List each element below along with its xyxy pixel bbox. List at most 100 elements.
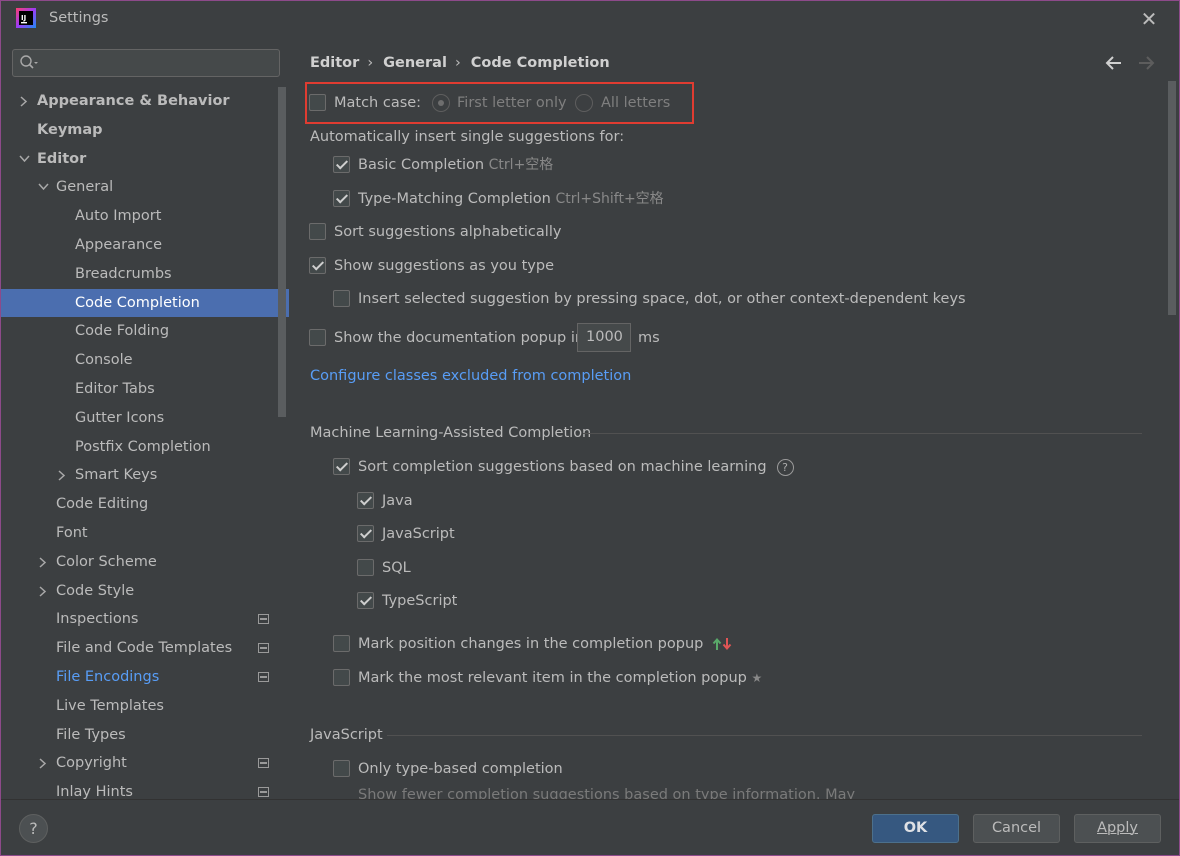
sidebar-item-appearance-behavior[interactable]: Appearance & Behavior: [1, 87, 289, 115]
chevron-down-icon[interactable]: [17, 145, 31, 173]
sidebar-item-label: Color Scheme: [56, 553, 157, 570]
only-type-based-checkbox[interactable]: [333, 760, 350, 777]
java-checkbox[interactable]: [357, 492, 374, 509]
settings-tree: Appearance & Behavior Keymap Editor General…: [1, 87, 289, 799]
ml-sort-checkbox[interactable]: [333, 458, 350, 475]
settings-window: IJ Settings ✕ Appearance & Behavior Keyma…: [0, 0, 1180, 856]
insert-selected-checkbox[interactable]: [333, 290, 350, 307]
sql-label: SQL: [382, 560, 411, 576]
basic-completion-shortcut: Ctrl+空格: [488, 157, 554, 173]
sidebar-item-live-templates[interactable]: Live Templates: [1, 692, 289, 720]
sidebar-item-font[interactable]: Font: [1, 519, 289, 547]
sql-checkbox[interactable]: [357, 559, 374, 576]
javascript-label: JavaScript: [382, 526, 455, 542]
mark-position-checkbox[interactable]: [333, 635, 350, 652]
breadcrumb-separator: ›: [454, 55, 461, 71]
js-section-title: JavaScript: [310, 727, 383, 743]
show-as-type-checkbox[interactable]: [309, 257, 326, 274]
window-title: Settings: [49, 10, 109, 26]
cancel-button[interactable]: Cancel: [973, 814, 1060, 843]
typescript-label: TypeScript: [382, 593, 458, 609]
sidebar-scrollbar[interactable]: [278, 87, 286, 417]
sidebar-item-smart-keys[interactable]: Smart Keys: [1, 461, 289, 489]
sidebar-item-file-encodings[interactable]: File Encodings: [1, 663, 289, 691]
intellij-app-icon: IJ: [16, 8, 36, 28]
sidebar-item-console[interactable]: Console: [1, 346, 289, 374]
sidebar-item-editor-tabs[interactable]: Editor Tabs: [1, 375, 289, 403]
ml-sort-label: Sort completion suggestions based on mac…: [358, 455, 794, 479]
chevron-right-icon[interactable]: [36, 577, 50, 605]
ml-section-title: Machine Learning-Assisted Completion: [310, 425, 592, 441]
chevron-right-icon[interactable]: [36, 548, 50, 576]
basic-completion-label: Basic Completion Ctrl+空格: [358, 157, 554, 173]
sidebar-item-file-and-code-templates[interactable]: File and Code Templates: [1, 634, 289, 662]
close-icon[interactable]: ✕: [1137, 7, 1161, 31]
match-case-checkbox[interactable]: [309, 94, 326, 111]
sidebar-item-code-style[interactable]: Code Style: [1, 577, 289, 605]
breadcrumb-separator: ›: [367, 55, 374, 71]
sidebar-item-label: Editor: [37, 150, 87, 167]
sidebar-item-label: Console: [75, 352, 133, 369]
sidebar-item-label: Font: [56, 525, 88, 541]
chevron-right-icon[interactable]: [17, 87, 31, 115]
help-button[interactable]: ?: [19, 814, 48, 843]
sidebar-item-inspections[interactable]: Inspections: [1, 605, 289, 633]
typescript-checkbox[interactable]: [357, 592, 374, 609]
search-icon: [20, 55, 38, 69]
breadcrumb-general[interactable]: General: [383, 55, 447, 71]
sidebar-item-file-types[interactable]: File Types: [1, 721, 289, 749]
sidebar-item-general[interactable]: General: [1, 173, 289, 201]
up-down-arrows-icon: [712, 637, 732, 651]
sidebar-item-code-editing[interactable]: Code Editing: [1, 490, 289, 518]
sidebar-item-label: Code Editing: [56, 496, 149, 513]
sort-alpha-checkbox[interactable]: [309, 223, 326, 240]
settings-search-input[interactable]: [12, 49, 280, 77]
sidebar-item-gutter-icons[interactable]: Gutter Icons: [1, 404, 289, 432]
help-icon[interactable]: ?: [776, 458, 794, 476]
configure-excluded-link[interactable]: Configure classes excluded from completi…: [310, 364, 631, 388]
svg-text:IJ: IJ: [21, 14, 26, 22]
ml-section-divider: [583, 433, 1142, 434]
sidebar-item-appearance[interactable]: Appearance: [1, 231, 289, 259]
first-letter-radio[interactable]: [432, 94, 450, 112]
ok-button[interactable]: OK: [872, 814, 959, 843]
sidebar-item-label: Copyright: [56, 755, 127, 772]
project-scope-icon: [258, 643, 269, 654]
breadcrumb-editor[interactable]: Editor: [310, 55, 359, 71]
sidebar-item-label: Postfix Completion: [75, 438, 211, 455]
all-letters-radio[interactable]: [575, 94, 593, 112]
basic-completion-checkbox[interactable]: [333, 156, 350, 173]
show-as-type-label: Show suggestions as you type: [334, 258, 554, 274]
mark-relevant-checkbox[interactable]: [333, 669, 350, 686]
sidebar-item-label: Auto Import: [75, 208, 162, 225]
sidebar-item-code-completion[interactable]: Code Completion: [1, 288, 289, 317]
settings-sidebar: Appearance & Behavior Keymap Editor General…: [1, 37, 289, 799]
auto-insert-label: Automatically insert single suggestions …: [310, 129, 625, 145]
chevron-down-icon[interactable]: [36, 173, 50, 201]
sidebar-item-label: Smart Keys: [75, 467, 158, 484]
sidebar-item-editor[interactable]: Editor: [1, 145, 289, 173]
sidebar-item-color-scheme[interactable]: Color Scheme: [1, 548, 289, 576]
type-matching-label: Type-Matching Completion Ctrl+Shift+空格: [358, 191, 664, 207]
doc-popup-delay-input[interactable]: 1000: [577, 323, 631, 352]
sidebar-item-inlay-hints[interactable]: Inlay Hints: [1, 778, 289, 799]
match-case-label: Match case:: [334, 95, 422, 111]
apply-button[interactable]: Apply: [1074, 814, 1161, 843]
sidebar-item-postfix-completion[interactable]: Postfix Completion: [1, 433, 289, 461]
sidebar-item-breadcrumbs[interactable]: Breadcrumbs: [1, 260, 289, 288]
content-scrollbar[interactable]: [1168, 81, 1176, 315]
title-bar: IJ Settings ✕: [1, 1, 1179, 37]
forward-arrow-icon[interactable]: [1135, 53, 1157, 73]
sidebar-item-copyright[interactable]: Copyright: [1, 749, 289, 777]
back-arrow-icon[interactable]: [1103, 53, 1125, 73]
first-letter-label: First letter only: [457, 95, 567, 111]
doc-popup-checkbox[interactable]: [309, 329, 326, 346]
chevron-right-icon[interactable]: [55, 461, 69, 489]
javascript-checkbox[interactable]: [357, 525, 374, 542]
sidebar-item-keymap[interactable]: Keymap: [1, 116, 289, 144]
type-matching-checkbox[interactable]: [333, 190, 350, 207]
sidebar-item-label: Editor Tabs: [75, 381, 155, 397]
sidebar-item-auto-import[interactable]: Auto Import: [1, 202, 289, 230]
chevron-right-icon[interactable]: [36, 749, 50, 777]
sidebar-item-code-folding[interactable]: Code Folding: [1, 317, 289, 345]
